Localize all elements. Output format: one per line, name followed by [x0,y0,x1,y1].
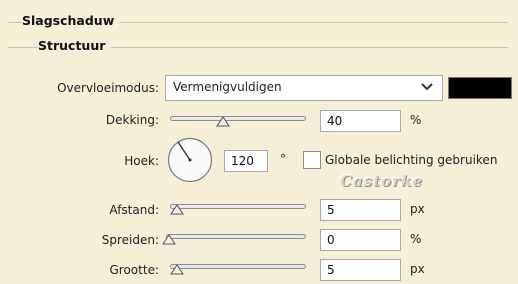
opacity-slider-thumb[interactable] [216,117,230,127]
global-light-checkbox[interactable] [303,151,321,169]
spread-slider[interactable] [166,234,306,239]
blend-mode-label: Overvloeimodus: [57,81,159,95]
spread-label: Spreiden: [101,233,159,247]
distance-unit: px [410,202,425,216]
opacity-label: Dekking: [105,113,159,127]
spread-slider-thumb[interactable] [162,235,176,245]
angle-dial[interactable] [166,136,214,184]
distance-slider-thumb[interactable] [170,205,184,215]
watermark-signature: Castorke [340,172,423,190]
opacity-slider[interactable] [170,116,306,121]
section-title: Slagschaduw [22,13,121,28]
size-label: Grootte: [109,263,160,277]
subsection-title: Structuur [38,38,112,53]
size-slider[interactable] [170,264,306,269]
shadow-color-swatch[interactable] [448,77,512,99]
angle-label: Hoek: [124,154,159,168]
opacity-unit: % [410,113,422,127]
spread-input[interactable]: 0 [320,229,401,251]
global-light-label: Globale belichting gebruiken [325,153,498,167]
blend-mode-value: Vermenigvuldigen [173,80,282,94]
size-slider-thumb[interactable] [170,265,184,275]
angle-input[interactable]: 120 [224,150,268,172]
distance-input[interactable]: 5 [320,199,401,221]
blend-mode-select[interactable]: Vermenigvuldigen [165,75,443,101]
size-input[interactable]: 5 [320,259,401,281]
angle-unit: ° [280,152,286,166]
chevron-down-icon [420,76,434,105]
distance-slider[interactable] [170,204,306,209]
size-unit: px [410,262,425,276]
distance-label: Afstand: [109,203,159,217]
spread-unit: % [410,232,422,246]
opacity-input[interactable]: 40 [320,110,401,132]
